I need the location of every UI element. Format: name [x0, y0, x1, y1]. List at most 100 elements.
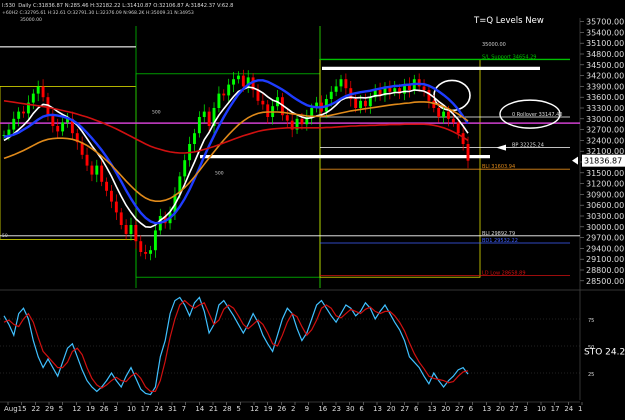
y-tick-label: 33600.00	[586, 93, 624, 102]
candle-body	[95, 165, 99, 175]
x-tick-label: 6	[414, 405, 419, 413]
x-tick-label: 14	[195, 405, 204, 413]
candle-body	[236, 75, 240, 80]
x-tick-label: 27	[400, 405, 409, 413]
x-tick-label: 20	[387, 405, 396, 413]
x-tick-label: 30	[346, 405, 355, 413]
candle-body	[422, 86, 426, 90]
candle-body	[285, 115, 289, 121]
x-tick-label: 1	[578, 405, 582, 413]
level-label: 35000.00	[482, 42, 506, 48]
y-tick-label: 29700.00	[586, 234, 624, 243]
candle-body	[149, 250, 152, 254]
y-tick-label: 29100.00	[586, 255, 624, 264]
grid-label: 50	[2, 233, 8, 239]
x-tick-label: 3	[523, 405, 527, 413]
x-tick-label: 23	[332, 405, 341, 413]
header-ohlc: Daily C:31836.87 N:285.46 H:32182.22 L:3…	[18, 3, 233, 9]
x-tick-label: 5	[236, 405, 240, 413]
x-tick-label: 17	[551, 405, 560, 413]
y-tick-label: 34800.00	[586, 50, 624, 59]
y-tick-label: 31500.00	[586, 169, 624, 178]
y-tick-label: 33900.00	[586, 82, 624, 91]
candle-body	[12, 118, 16, 130]
candle-body	[85, 154, 89, 166]
y-tick-label: 35400.00	[586, 28, 624, 37]
x-tick-label: Aug	[4, 405, 18, 413]
candle-body	[134, 225, 138, 242]
candle-body	[442, 111, 446, 117]
candle-body	[466, 144, 470, 161]
candle-body	[256, 90, 260, 101]
candle-body	[51, 115, 55, 126]
x-tick-label: 13	[428, 405, 437, 413]
y-tick-label: 33000.00	[586, 115, 624, 124]
x-tick-label: 29	[45, 405, 54, 413]
x-tick-label: 24	[154, 405, 163, 413]
candle-body	[197, 117, 201, 134]
candle-body	[359, 100, 362, 108]
candle-body	[300, 118, 304, 125]
y-tick-label: 35700.00	[586, 18, 624, 27]
y-tick-label: 35100.00	[586, 39, 624, 48]
candle-body	[36, 86, 40, 94]
x-tick-label: 24	[564, 405, 573, 413]
candle-body	[456, 122, 460, 134]
x-tick-label: 28	[223, 405, 232, 413]
candle-body	[7, 129, 11, 135]
candle-body	[114, 201, 118, 213]
candle-body	[41, 86, 45, 98]
y-tick-label: 31200.00	[586, 180, 624, 189]
level-label: BD1 29532.22	[482, 238, 518, 244]
header-line-2: +60H2 C:32795.61 H:32.61 O:32791.30 L:32…	[2, 10, 194, 16]
chart-title: T=Q Levels New	[473, 16, 544, 26]
top-level-label: 35000.00	[20, 17, 42, 23]
last-price-label: 31836.87	[584, 157, 622, 166]
candle-body	[232, 79, 236, 85]
candle-body	[222, 93, 226, 96]
x-tick-label: 19	[264, 405, 273, 413]
candle-body	[329, 91, 333, 99]
candle-body	[100, 165, 104, 182]
x-tick-label: 16	[318, 405, 327, 413]
x-tick-label: 2	[291, 405, 295, 413]
x-tick-label: 15	[18, 405, 27, 413]
y-tick-label: 28800.00	[586, 266, 624, 275]
candle-body	[202, 111, 206, 117]
candle-body	[119, 212, 123, 225]
candle-body	[90, 165, 94, 175]
x-tick-label: 3	[113, 405, 117, 413]
candle-body	[451, 118, 455, 123]
candle-body	[241, 75, 245, 87]
candle-body	[393, 88, 397, 92]
osc-tick-label: 75	[588, 318, 594, 324]
candle-body	[261, 100, 265, 105]
candle-body	[110, 190, 113, 202]
x-tick-label: 10	[537, 405, 546, 413]
x-tick-label: 21	[209, 405, 218, 413]
candle-body	[447, 111, 450, 119]
x-tick-label: 26	[277, 405, 286, 413]
x-tick-label: 31	[168, 405, 177, 413]
x-tick-label: 27	[455, 405, 464, 413]
price-chart: I:530 Daily C:31836.87 N:285.46 H:32182.2…	[0, 0, 625, 416]
level-label: BLI 31603.94	[482, 164, 515, 170]
x-tick-label: 13	[482, 405, 491, 413]
osc-value-label: STO 24.2	[584, 347, 625, 357]
level-label: S/L Support 34654.29	[482, 54, 536, 60]
candle-body	[61, 122, 65, 132]
y-tick-label: 30900.00	[586, 190, 624, 199]
x-tick-label: 20	[441, 405, 450, 413]
grid-label: 500	[152, 109, 161, 115]
candle-body	[266, 104, 270, 117]
osc-tick-label: 25	[588, 372, 594, 378]
x-tick-label: 6	[469, 405, 474, 413]
level-label: BP 32225.24	[512, 143, 544, 149]
y-tick-label: 34500.00	[586, 61, 624, 70]
header-line-1: I:530 Daily C:31836.87 N:285.46 H:32182.2…	[2, 3, 233, 9]
candle-body	[17, 111, 21, 119]
candle-body	[427, 90, 431, 101]
candle-body	[354, 99, 358, 108]
level-label: LD Low 28658.89	[482, 270, 526, 276]
x-tick-label: 12	[250, 405, 259, 413]
